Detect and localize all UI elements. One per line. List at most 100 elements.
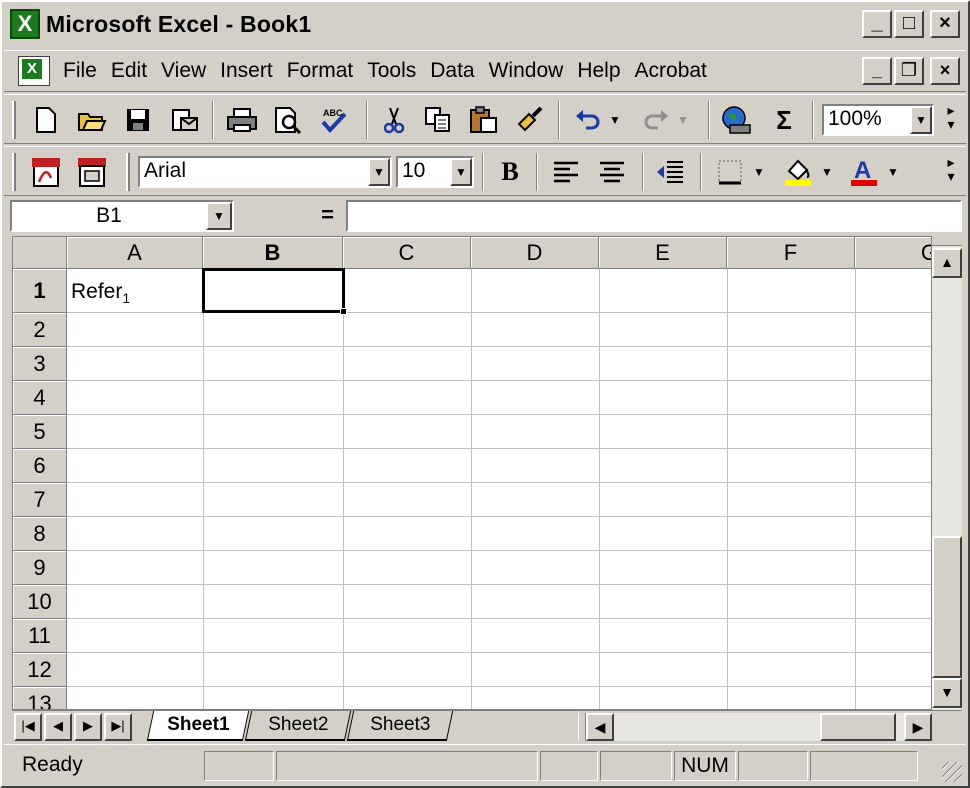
scroll-up-button[interactable]: ▲ — [932, 248, 962, 278]
menu-help[interactable]: Help — [570, 57, 627, 85]
paste-icon[interactable] — [466, 103, 502, 137]
column-header-b[interactable]: B — [203, 237, 343, 269]
row-header-7[interactable]: 7 — [13, 483, 67, 517]
redo-dropdown-icon[interactable]: ▼ — [672, 103, 694, 137]
menu-window[interactable]: Window — [482, 57, 571, 85]
horizontal-scroll-thumb[interactable] — [820, 713, 896, 741]
redo-icon[interactable] — [638, 103, 674, 137]
vertical-split-box[interactable] — [932, 236, 962, 246]
row-header-12[interactable]: 12 — [13, 653, 67, 687]
toolbar-grip[interactable] — [12, 153, 16, 191]
row-header-11[interactable]: 11 — [13, 619, 67, 653]
scroll-down-button[interactable]: ▼ — [932, 678, 962, 708]
font-combo[interactable]: Arial ▼ — [138, 156, 392, 188]
undo-dropdown-icon[interactable]: ▼ — [604, 103, 626, 137]
row-header-5[interactable]: 5 — [13, 415, 67, 449]
chevron-down-icon[interactable]: ▼ — [368, 158, 390, 186]
row-header-13[interactable]: 13 — [13, 687, 67, 709]
column-header-f[interactable]: F — [727, 237, 855, 269]
column-header-d[interactable]: D — [471, 237, 599, 269]
font-size-combo[interactable]: 10 ▼ — [396, 156, 474, 188]
save-icon[interactable] — [120, 103, 156, 137]
acrobat-pdf-icon[interactable] — [28, 155, 64, 189]
doc-close-button[interactable]: × — [930, 57, 960, 85]
sheet-tab-sheet2[interactable]: Sheet2 — [244, 711, 352, 741]
scroll-right-button[interactable]: ▶ — [904, 713, 932, 741]
cell-a1[interactable]: Refer1 — [71, 279, 130, 311]
decrease-indent-icon[interactable] — [652, 155, 688, 189]
menu-edit[interactable]: Edit — [104, 57, 154, 85]
worksheet-grid[interactable]: A B C D E F G 1 2 3 4 5 6 7 8 9 10 11 12… — [12, 236, 932, 710]
toolbar-grip[interactable] — [12, 101, 16, 139]
fill-handle[interactable] — [340, 308, 347, 315]
spelling-icon[interactable]: ABC — [316, 103, 352, 137]
font-color-icon[interactable]: A — [846, 155, 882, 189]
first-sheet-button[interactable]: |◀ — [14, 713, 42, 741]
fill-color-icon[interactable] — [780, 155, 816, 189]
vertical-scrollbar[interactable]: ▲ ▼ — [932, 236, 962, 710]
next-sheet-button[interactable]: ▶ — [74, 713, 102, 741]
edit-formula-button[interactable]: = — [240, 200, 344, 232]
align-center-icon[interactable] — [594, 155, 630, 189]
name-box[interactable]: B1 ▼ — [10, 200, 234, 232]
undo-icon[interactable] — [570, 103, 606, 137]
close-button[interactable]: × — [930, 10, 960, 38]
minimize-button[interactable]: _ — [862, 10, 892, 38]
row-header-2[interactable]: 2 — [13, 313, 67, 347]
column-header-a[interactable]: A — [67, 237, 203, 269]
excel-app-icon[interactable]: X — [10, 9, 40, 39]
menu-format[interactable]: Format — [280, 57, 361, 85]
scroll-left-button[interactable]: ◀ — [586, 713, 614, 741]
menu-file[interactable]: File — [56, 57, 104, 85]
bold-button[interactable]: B — [492, 155, 528, 189]
format-painter-icon[interactable] — [512, 103, 548, 137]
cut-icon[interactable] — [376, 103, 412, 137]
horizontal-scrollbar[interactable]: ◀ ▶ — [586, 713, 932, 741]
web-icon[interactable] — [718, 103, 754, 137]
borders-icon[interactable] — [712, 155, 748, 189]
menu-insert[interactable]: Insert — [213, 57, 280, 85]
menu-data[interactable]: Data — [423, 57, 481, 85]
toolbar-grip[interactable] — [126, 153, 130, 191]
row-header-3[interactable]: 3 — [13, 347, 67, 381]
font-color-dropdown-icon[interactable]: ▼ — [882, 155, 904, 189]
row-header-4[interactable]: 4 — [13, 381, 67, 415]
chevron-down-icon[interactable]: ▼ — [206, 202, 232, 230]
print-preview-icon[interactable] — [270, 103, 306, 137]
sheet-tab-sheet3[interactable]: Sheet3 — [346, 711, 454, 741]
row-header-9[interactable]: 9 — [13, 551, 67, 585]
toolbar-options-icon[interactable]: ▸ ▾ — [942, 103, 960, 131]
doc-restore-button[interactable]: ❐ — [894, 57, 924, 85]
open-icon[interactable] — [74, 103, 110, 137]
align-left-icon[interactable] — [548, 155, 584, 189]
zoom-combo[interactable]: 100% ▼ — [822, 104, 934, 136]
vertical-scroll-thumb[interactable] — [932, 536, 962, 678]
tab-split-box[interactable] — [578, 713, 586, 741]
prev-sheet-button[interactable]: ◀ — [44, 713, 72, 741]
resize-grip[interactable] — [942, 762, 962, 782]
column-header-e[interactable]: E — [599, 237, 727, 269]
chevron-down-icon[interactable]: ▼ — [910, 106, 932, 134]
row-header-6[interactable]: 6 — [13, 449, 67, 483]
fill-color-dropdown-icon[interactable]: ▼ — [816, 155, 838, 189]
doc-minimize-button[interactable]: _ — [862, 57, 892, 85]
acrobat-email-pdf-icon[interactable] — [74, 155, 110, 189]
menu-view[interactable]: View — [154, 57, 213, 85]
row-header-1[interactable]: 1 — [13, 269, 67, 313]
column-header-g[interactable]: G — [855, 237, 931, 269]
row-header-8[interactable]: 8 — [13, 517, 67, 551]
print-icon[interactable] — [224, 103, 260, 137]
active-cell-b1[interactable] — [202, 268, 345, 313]
toolbar-options-icon[interactable]: ▸ ▾ — [942, 155, 960, 183]
select-all-button[interactable] — [13, 237, 67, 269]
sheet-tab-sheet1[interactable]: Sheet1 — [146, 711, 250, 741]
menu-acrobat[interactable]: Acrobat — [628, 57, 714, 85]
column-header-c[interactable]: C — [343, 237, 471, 269]
row-header-10[interactable]: 10 — [13, 585, 67, 619]
last-sheet-button[interactable]: ▶| — [104, 713, 132, 741]
copy-icon[interactable] — [420, 103, 456, 137]
title-bar[interactable]: X Microsoft Excel - Book1 _ □ × — [4, 4, 966, 44]
borders-dropdown-icon[interactable]: ▼ — [748, 155, 770, 189]
menu-tools[interactable]: Tools — [360, 57, 423, 85]
email-icon[interactable] — [166, 103, 202, 137]
